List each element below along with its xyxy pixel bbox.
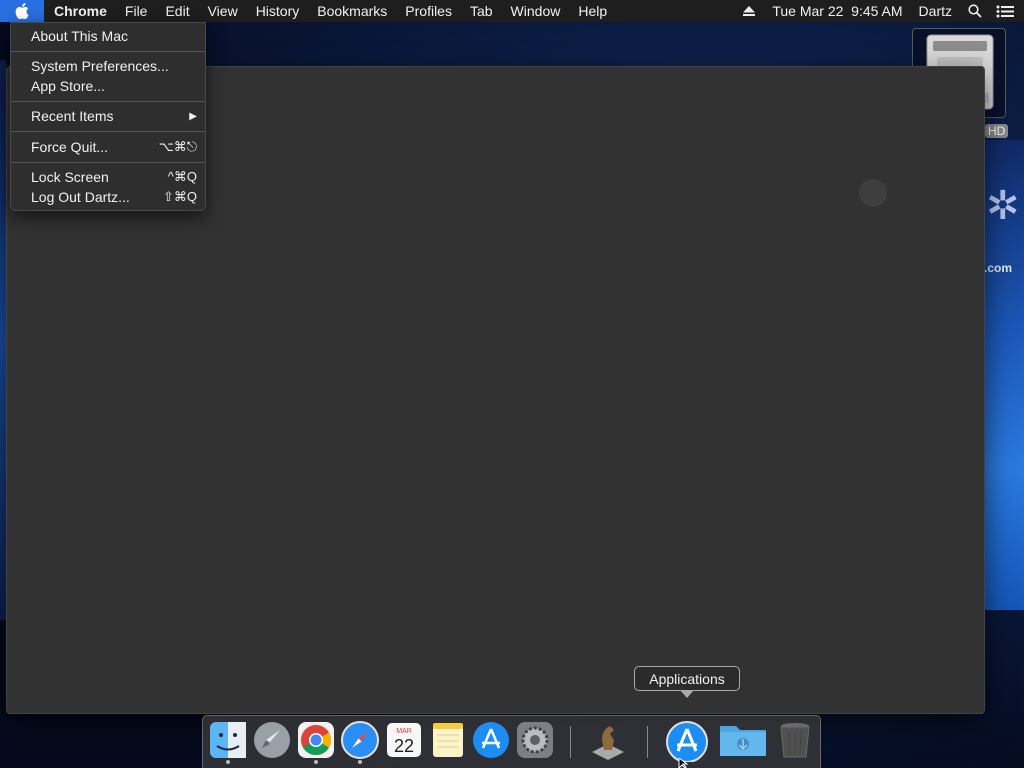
menu-shortcut: ⌥⌘⎋ <box>158 138 197 154</box>
submenu-arrow-icon: ▶ <box>189 110 197 122</box>
calendar-icon: MAR 22 <box>387 723 421 757</box>
dock-safari[interactable] <box>340 720 380 764</box>
menu-file[interactable]: File <box>116 3 157 19</box>
dock-separator <box>570 726 571 758</box>
apple-menu-dropdown: About This Mac System Preferences... App… <box>10 22 206 211</box>
menu-bar-status: Tue Mar 22 9:45 AM Dartz <box>734 0 1024 22</box>
menu-profiles[interactable]: Profiles <box>396 3 461 19</box>
dock-trash[interactable] <box>775 720 815 762</box>
menu-item-log-out[interactable]: Log Out Dartz... ⇧⌘Q <box>11 187 205 207</box>
menu-bar: Chrome File Edit View History Bookmarks … <box>0 0 1024 22</box>
finder-icon <box>210 722 246 758</box>
menu-item-label: Log Out Dartz... <box>31 188 130 205</box>
dock-chrome[interactable] <box>296 720 336 764</box>
menu-item-lock-screen[interactable]: Lock Screen ^⌘Q <box>11 168 205 188</box>
menu-item-label: App Store... <box>31 77 105 94</box>
menu-separator <box>11 50 205 52</box>
calendar-day: 22 <box>394 736 414 756</box>
menu-bookmarks[interactable]: Bookmarks <box>308 3 396 19</box>
menu-shortcut: ⇧⌘Q <box>162 188 197 204</box>
chess-knight-icon <box>592 726 624 760</box>
menu-item-label: System Preferences... <box>31 58 169 75</box>
apple-logo-icon <box>15 3 29 19</box>
rocket-icon <box>254 722 290 758</box>
menu-shortcut: ^⌘Q <box>167 169 197 185</box>
menu-item-label: Force Quit... <box>31 138 109 155</box>
menu-separator <box>11 131 205 132</box>
dock-separator <box>647 726 648 758</box>
menu-view[interactable]: View <box>199 3 247 19</box>
dock-tooltip: Applications <box>634 666 740 691</box>
dock-applications[interactable] <box>665 720 708 763</box>
downloads-folder-icon <box>720 726 766 756</box>
menu-item-force-quit[interactable]: Force Quit... ⌥⌘⎋ <box>11 137 205 157</box>
menu-item-label: Recent Items <box>31 108 114 125</box>
loading-spinner <box>859 179 887 207</box>
menu-separator <box>11 100 205 102</box>
menu-edit[interactable]: Edit <box>156 3 198 19</box>
chrome-icon <box>298 722 334 758</box>
dock-launchpad[interactable] <box>252 720 292 762</box>
tooltip-tail <box>680 690 694 698</box>
wallpaper-graphic: ✲ <box>986 184 1020 228</box>
menu-window[interactable]: Window <box>502 3 570 19</box>
menu-item-about-this-mac[interactable]: About This Mac <box>11 26 205 46</box>
dock-downloads[interactable] <box>718 720 768 762</box>
notes-icon <box>433 723 463 757</box>
menu-item-label: Lock Screen <box>31 169 109 186</box>
dock-notes[interactable] <box>428 720 468 762</box>
trash-icon <box>780 723 810 758</box>
menu-tab[interactable]: Tab <box>461 3 502 19</box>
dock-calendar[interactable]: MAR 22 <box>384 720 424 762</box>
menu-separator <box>11 161 205 163</box>
app-store-icon <box>473 722 509 758</box>
spotlight-search-icon[interactable] <box>960 0 990 22</box>
user-menu[interactable]: Dartz <box>911 3 960 19</box>
menu-help[interactable]: Help <box>569 3 616 19</box>
running-indicator <box>226 760 230 764</box>
menu-item-app-store[interactable]: App Store... <box>11 76 205 96</box>
running-indicator <box>358 760 362 764</box>
dock-app-store[interactable] <box>471 720 511 762</box>
eject-icon[interactable] <box>734 0 764 22</box>
menu-item-system-preferences[interactable]: System Preferences... <box>11 57 205 77</box>
hard-drive-label: HD <box>985 124 1009 138</box>
wallpaper-text: .com <box>984 261 1013 275</box>
menu-item-recent-items[interactable]: Recent Items ▶ <box>11 107 205 127</box>
dock: MAR 22 <box>202 715 821 768</box>
clock[interactable]: Tue Mar 22 9:45 AM <box>764 3 910 19</box>
apple-menu-button[interactable] <box>0 0 44 22</box>
menu-app-name[interactable]: Chrome <box>44 3 116 19</box>
safari-compass-icon <box>341 721 379 759</box>
notification-center-icon[interactable] <box>990 0 1020 22</box>
menu-item-label: About This Mac <box>31 27 129 44</box>
dock-chess[interactable] <box>588 720 628 762</box>
dock-finder[interactable] <box>208 720 248 764</box>
menu-history[interactable]: History <box>247 3 309 19</box>
mouse-cursor-icon <box>678 758 688 768</box>
dock-system-preferences[interactable] <box>515 720 555 762</box>
applications-folder-icon <box>666 721 708 763</box>
calendar-month: MAR <box>396 728 412 735</box>
gear-icon <box>517 722 553 758</box>
running-indicator <box>314 760 318 764</box>
